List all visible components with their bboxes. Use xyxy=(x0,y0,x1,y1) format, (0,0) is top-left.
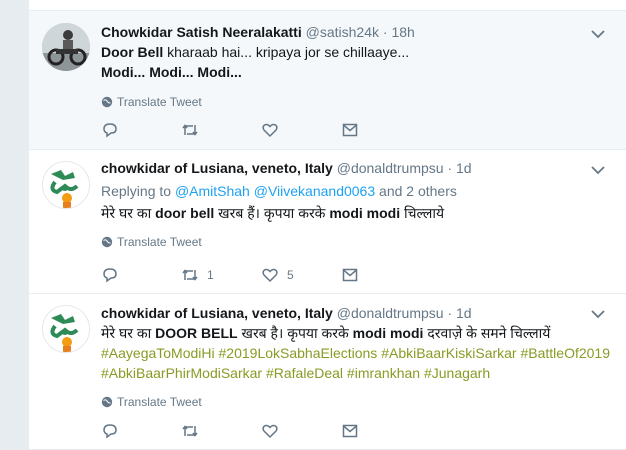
reply-button[interactable] xyxy=(101,422,181,440)
retweet-icon xyxy=(182,124,198,136)
tweet-text-part: खरब हैं। कृपया करके xyxy=(214,205,330,221)
tweet-header: chowkidar of Lusiana, veneto, Italy @don… xyxy=(101,303,597,323)
globe-icon xyxy=(101,396,113,408)
replying-suffix[interactable]: and 2 others xyxy=(375,183,457,199)
retweet-button[interactable]: 1 xyxy=(181,266,261,284)
direct-message-button[interactable] xyxy=(341,266,421,284)
mention-link[interactable]: @AmitShah xyxy=(175,183,250,199)
message-icon xyxy=(342,424,358,438)
avatar[interactable] xyxy=(42,305,90,353)
retweet-button[interactable] xyxy=(181,121,261,139)
message-icon xyxy=(342,123,358,137)
reply-icon xyxy=(103,123,117,138)
like-icon xyxy=(262,268,278,283)
tweet-text: मेरे घर का DOOR BELL खरब है। कृपया करके … xyxy=(101,323,597,343)
hashtag-link[interactable]: #RafaleDeal xyxy=(266,365,343,381)
tweet-text-bold: door bell xyxy=(155,205,215,221)
tweet[interactable]: chowkidar of Lusiana, veneto, Italy @don… xyxy=(29,295,626,450)
hashtag-link[interactable]: #AayegaToModiHi xyxy=(101,345,215,361)
tweet-text-bold: DOOR BELL xyxy=(155,325,238,341)
translate-tweet-link[interactable]: Translate Tweet xyxy=(101,395,597,409)
direct-message-button[interactable] xyxy=(341,422,421,440)
globe-icon xyxy=(101,96,113,108)
timestamp[interactable]: 18h xyxy=(391,24,414,40)
tweet-text-rest: kharaab hai... kripaya jor se chillaaye.… xyxy=(163,44,410,60)
replying-to: Replying to @AmitShah @Viivekanand0063 a… xyxy=(101,181,597,201)
direct-message-button[interactable] xyxy=(341,121,421,139)
like-button[interactable] xyxy=(261,121,341,139)
timestamp[interactable]: 1d xyxy=(456,305,472,321)
hashtag-link[interactable]: #2019LokSabhaElections xyxy=(219,345,378,361)
retweet-button[interactable] xyxy=(181,422,261,440)
display-name[interactable]: Chowkidar Satish Neeralakatti xyxy=(101,24,302,40)
translate-label: Translate Tweet xyxy=(117,95,202,109)
reply-icon xyxy=(103,268,117,283)
like-icon xyxy=(262,123,278,138)
tweet-text: मेरे घर का door bell खरब हैं। कृपया करके… xyxy=(101,203,597,223)
display-name[interactable]: chowkidar of Lusiana, veneto, Italy xyxy=(101,160,333,176)
retweet-icon xyxy=(182,425,198,437)
tweet-text-bold: modi modi xyxy=(352,325,424,341)
like-icon xyxy=(262,424,278,439)
hashtag-link[interactable]: #Junagarh xyxy=(424,365,490,381)
separator-dot: · xyxy=(382,24,388,40)
like-button[interactable]: 5 xyxy=(261,266,341,284)
hashtag-link[interactable]: #imrankhan xyxy=(347,365,420,381)
tweet-actions xyxy=(101,422,421,440)
avatar[interactable] xyxy=(42,23,90,71)
user-handle[interactable]: @satish24k xyxy=(306,24,379,40)
tweet-text: Door Bell kharaab hai... kripaya jor se … xyxy=(101,42,597,82)
translate-label: Translate Tweet xyxy=(117,395,202,409)
avatar[interactable] xyxy=(42,161,90,209)
tweet-text-line2: Modi... Modi... Modi... xyxy=(101,64,242,80)
globe-icon xyxy=(101,236,113,248)
separator-dot: · xyxy=(447,160,453,176)
tweet-text-part: मेरे घर का xyxy=(101,205,156,221)
tweet-feed: Chowkidar Satish Neeralakatti @satish24k… xyxy=(28,0,626,450)
tweet-text-bold: Door Bell xyxy=(101,44,164,60)
translate-tweet-link[interactable]: Translate Tweet xyxy=(101,95,597,109)
tweet-actions xyxy=(101,121,421,139)
hashtags-line: #AayegaToModiHi #2019LokSabhaElections #… xyxy=(101,343,610,363)
tweet-text-bold: modi modi xyxy=(329,205,401,221)
tweet[interactable]: chowkidar of Lusiana, veneto, Italy @don… xyxy=(29,151,626,294)
timestamp[interactable]: 1d xyxy=(456,160,472,176)
reply-icon xyxy=(103,424,117,439)
display-name[interactable]: chowkidar of Lusiana, veneto, Italy xyxy=(101,305,333,321)
tweet-text-part: खरब है। कृपया करके xyxy=(237,325,353,341)
tweet-text-part: चिल्लाये xyxy=(400,205,445,221)
translate-tweet-link[interactable]: Translate Tweet xyxy=(101,235,597,249)
retweet-count: 1 xyxy=(207,268,214,282)
user-handle[interactable]: @donaldtrumpsu xyxy=(337,160,444,176)
retweet-icon xyxy=(182,269,198,281)
replying-prefix: Replying to xyxy=(101,183,175,199)
mention-link[interactable]: @Viivekanand0063 xyxy=(254,183,375,199)
tweet-text-part: मेरे घर का xyxy=(101,325,156,341)
hashtag-link[interactable]: #BattleOf2019 xyxy=(520,345,610,361)
tweet-header: Chowkidar Satish Neeralakatti @satish24k… xyxy=(101,22,597,42)
tweet[interactable]: Chowkidar Satish Neeralakatti @satish24k… xyxy=(29,10,626,150)
hashtag-link[interactable]: #AbkiBaarKiskiSarkar xyxy=(381,345,516,361)
hashtag-link[interactable]: #AbkiBaarPhirModiSarkar xyxy=(101,365,262,381)
like-count: 5 xyxy=(287,268,294,282)
tweet-actions: 1 5 xyxy=(101,266,421,284)
hashtags-line: #AbkiBaarPhirModiSarkar #RafaleDeal #imr… xyxy=(101,363,597,383)
separator-dot: · xyxy=(447,305,453,321)
tweet-header: chowkidar of Lusiana, veneto, Italy @don… xyxy=(101,158,597,178)
user-handle[interactable]: @donaldtrumpsu xyxy=(337,305,444,321)
reply-button[interactable] xyxy=(101,266,181,284)
like-button[interactable] xyxy=(261,422,341,440)
message-icon xyxy=(342,268,358,282)
reply-button[interactable] xyxy=(101,121,181,139)
translate-label: Translate Tweet xyxy=(117,235,202,249)
tweet-text-part: दरवाज़े के समने चिल्लायें xyxy=(423,325,551,341)
